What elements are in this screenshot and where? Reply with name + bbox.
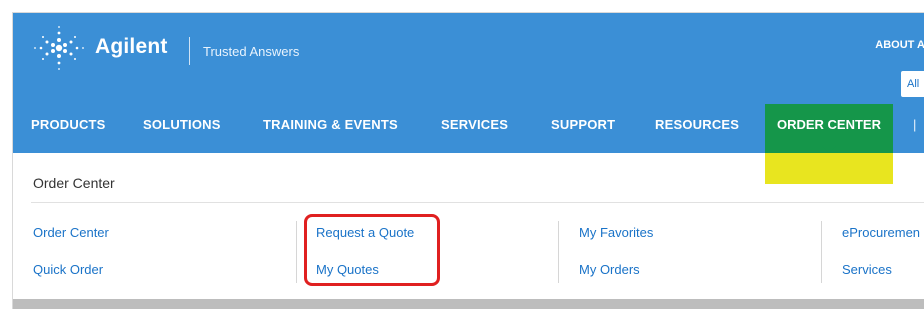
annotation-callout-box: [304, 214, 440, 286]
nav-resources[interactable]: RESOURCES: [655, 117, 739, 132]
panel-divider: [31, 202, 924, 203]
active-tab-caret-icon: [822, 146, 836, 153]
column-divider: [296, 221, 297, 283]
link-my-orders[interactable]: My Orders: [579, 262, 640, 277]
nav-products[interactable]: PRODUCTS: [31, 117, 106, 132]
link-quick-order[interactable]: Quick Order: [33, 262, 103, 277]
about-link[interactable]: ABOUT A: [875, 39, 924, 51]
link-services[interactable]: Services: [842, 262, 892, 277]
panel-title: Order Center: [33, 175, 115, 191]
column-divider: [821, 221, 822, 283]
column-divider: [558, 221, 559, 283]
nav-services[interactable]: SERVICES: [441, 117, 508, 132]
nav-support[interactable]: SUPPORT: [551, 117, 615, 132]
nav-training-events[interactable]: TRAINING & EVENTS: [263, 117, 398, 132]
logo-divider: [189, 37, 190, 65]
link-my-favorites[interactable]: My Favorites: [579, 225, 653, 240]
link-eprocurement[interactable]: eProcuremen: [842, 225, 920, 240]
agilent-spark-logo-icon[interactable]: [33, 25, 85, 71]
link-order-center[interactable]: Order Center: [33, 225, 109, 240]
nav-order-center[interactable]: ORDER CENTER: [765, 117, 893, 132]
nav-solutions[interactable]: SOLUTIONS: [143, 117, 221, 132]
search-scope-select[interactable]: All: [901, 71, 924, 97]
brand-name[interactable]: Agilent: [95, 35, 168, 59]
page-frame: Agilent Trusted Answers ABOUT A All PROD…: [12, 12, 924, 309]
nav-separator: |: [913, 117, 917, 132]
brand-tagline: Trusted Answers: [203, 44, 300, 59]
